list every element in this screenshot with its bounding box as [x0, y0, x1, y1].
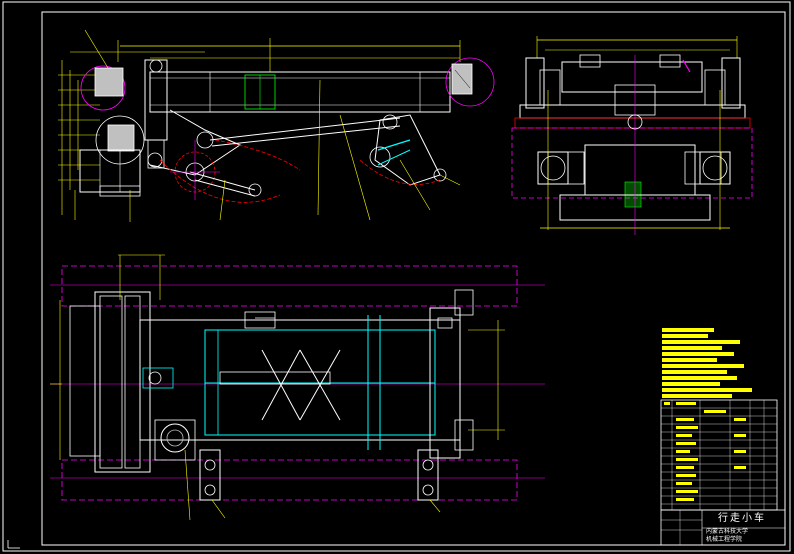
- side-elevation-view: [511, 36, 753, 235]
- cad-drawing-canvas: [2, 1, 791, 552]
- plan-view: [50, 254, 545, 521]
- drawing-subtitle-line1: 内蒙古科技大学: [706, 528, 749, 535]
- front-elevation-view: [58, 29, 495, 222]
- ucs-icon: [7, 540, 20, 549]
- drawing-title: 行走小车: [718, 513, 766, 524]
- drawing-subtitle-line2: 机械工程学院: [706, 536, 743, 543]
